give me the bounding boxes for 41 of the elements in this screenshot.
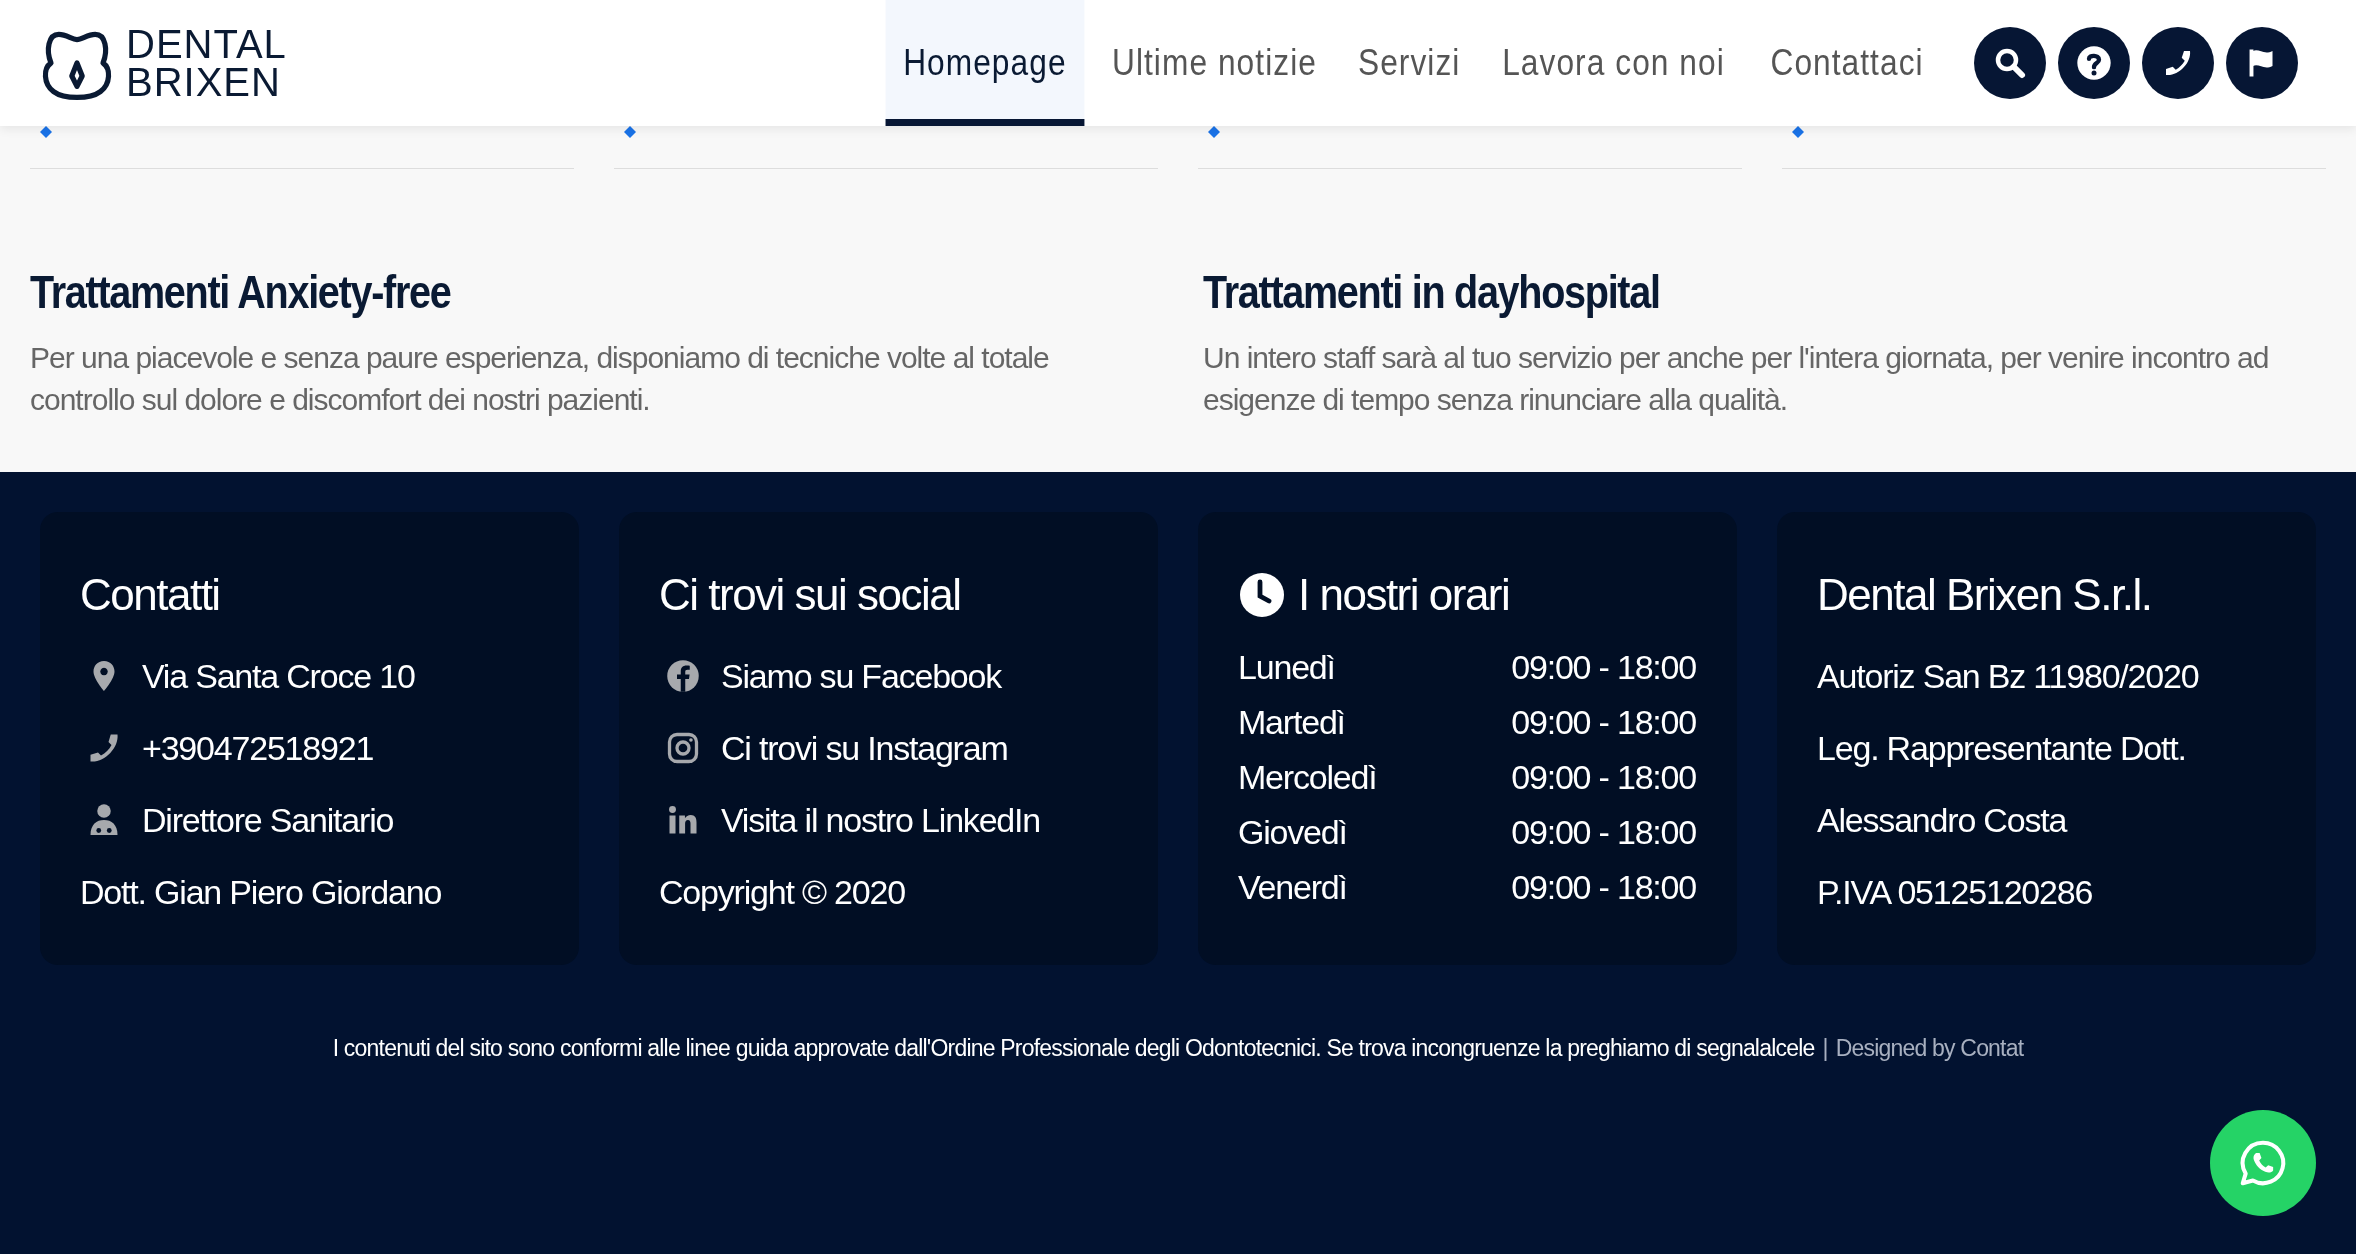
social-link[interactable]: Ci trovi su Instagram bbox=[721, 728, 1008, 768]
nav-link[interactable]: Homepage bbox=[885, 0, 1085, 126]
contact-text: Direttore Sanitario bbox=[142, 800, 394, 840]
nav-link[interactable]: Lavora con noi bbox=[1484, 0, 1743, 126]
social-link[interactable]: Siamo su Facebook bbox=[721, 656, 1002, 696]
feature-heading: Trattamenti Anxiety-free bbox=[30, 265, 452, 319]
card-title: Dental Brixen S.r.l. bbox=[1817, 570, 2153, 620]
nav-link[interactable]: Servizi bbox=[1340, 0, 1478, 126]
opening-hours: 09:00 - 18:00 bbox=[1511, 813, 1696, 852]
card-title: Contatti bbox=[80, 570, 221, 620]
disclaimer-text: I contenuti del sito sono conformi alle linee guida approvate dall'Ordine Professionale degli Odontotecnici. Se trova incongruenze la preghiamo di segnalalcele bbox=[332, 1035, 1815, 1062]
card-title: Ci trovi sui social bbox=[659, 570, 962, 620]
copyright-text: Copyright © 2020 bbox=[659, 872, 905, 912]
weekday: Mercoledì bbox=[1238, 758, 1377, 797]
opening-hours: 09:00 - 18:00 bbox=[1511, 868, 1696, 907]
opening-hours: 09:00 - 18:00 bbox=[1511, 648, 1696, 687]
social-link[interactable]: Visita il nostro LinkedIn bbox=[721, 800, 1040, 840]
company-info: P.IVA 05125120286 bbox=[1817, 872, 2093, 912]
contact-text: Via Santa Croce 10 bbox=[142, 656, 415, 696]
contact-text: Dott. Gian Piero Giordano bbox=[80, 872, 442, 912]
feature-heading: Trattamenti in dayhospital bbox=[1203, 265, 1661, 319]
clock-icon bbox=[1238, 571, 1286, 619]
logo-text: DENTAL bbox=[126, 25, 287, 63]
feature-description: Per una piacevole e senza paure esperienza, disponiamo di tecniche volte al totale controllo sul dolore e discomfort dei nostri pazienti. bbox=[30, 340, 1050, 418]
designer-link[interactable]: Designed by Contat bbox=[1835, 1035, 2024, 1062]
weekday: Venerdì bbox=[1238, 868, 1347, 907]
opening-hours: 09:00 - 18:00 bbox=[1511, 758, 1696, 797]
contact-text: +390472518921 bbox=[142, 728, 374, 768]
separator: | bbox=[1822, 1035, 1828, 1062]
card-title: I nostri orari bbox=[1298, 570, 1510, 620]
feature-description: Un intero staff sarà al tuo servizio per anche per l'intera giornata, per venire incontro ad esigenze di tempo senza rinunciare alla qualità. bbox=[1203, 340, 2270, 418]
weekday: Martedì bbox=[1238, 703, 1345, 742]
weekday: Lunedì bbox=[1238, 648, 1335, 687]
company-info: Leg. Rappresentante Dott. bbox=[1817, 728, 2186, 768]
nav-link[interactable]: Contattaci bbox=[1752, 0, 1942, 126]
opening-hours: 09:00 - 18:00 bbox=[1511, 703, 1696, 742]
nav-link[interactable]: Ultime notizie bbox=[1094, 0, 1335, 126]
company-info: Autoriz San Bz 11980/2020 bbox=[1817, 656, 2199, 696]
logo-text: BRIXEN bbox=[126, 63, 282, 101]
weekday: Giovedì bbox=[1238, 813, 1347, 852]
company-info: Alessandro Costa bbox=[1817, 800, 2067, 840]
